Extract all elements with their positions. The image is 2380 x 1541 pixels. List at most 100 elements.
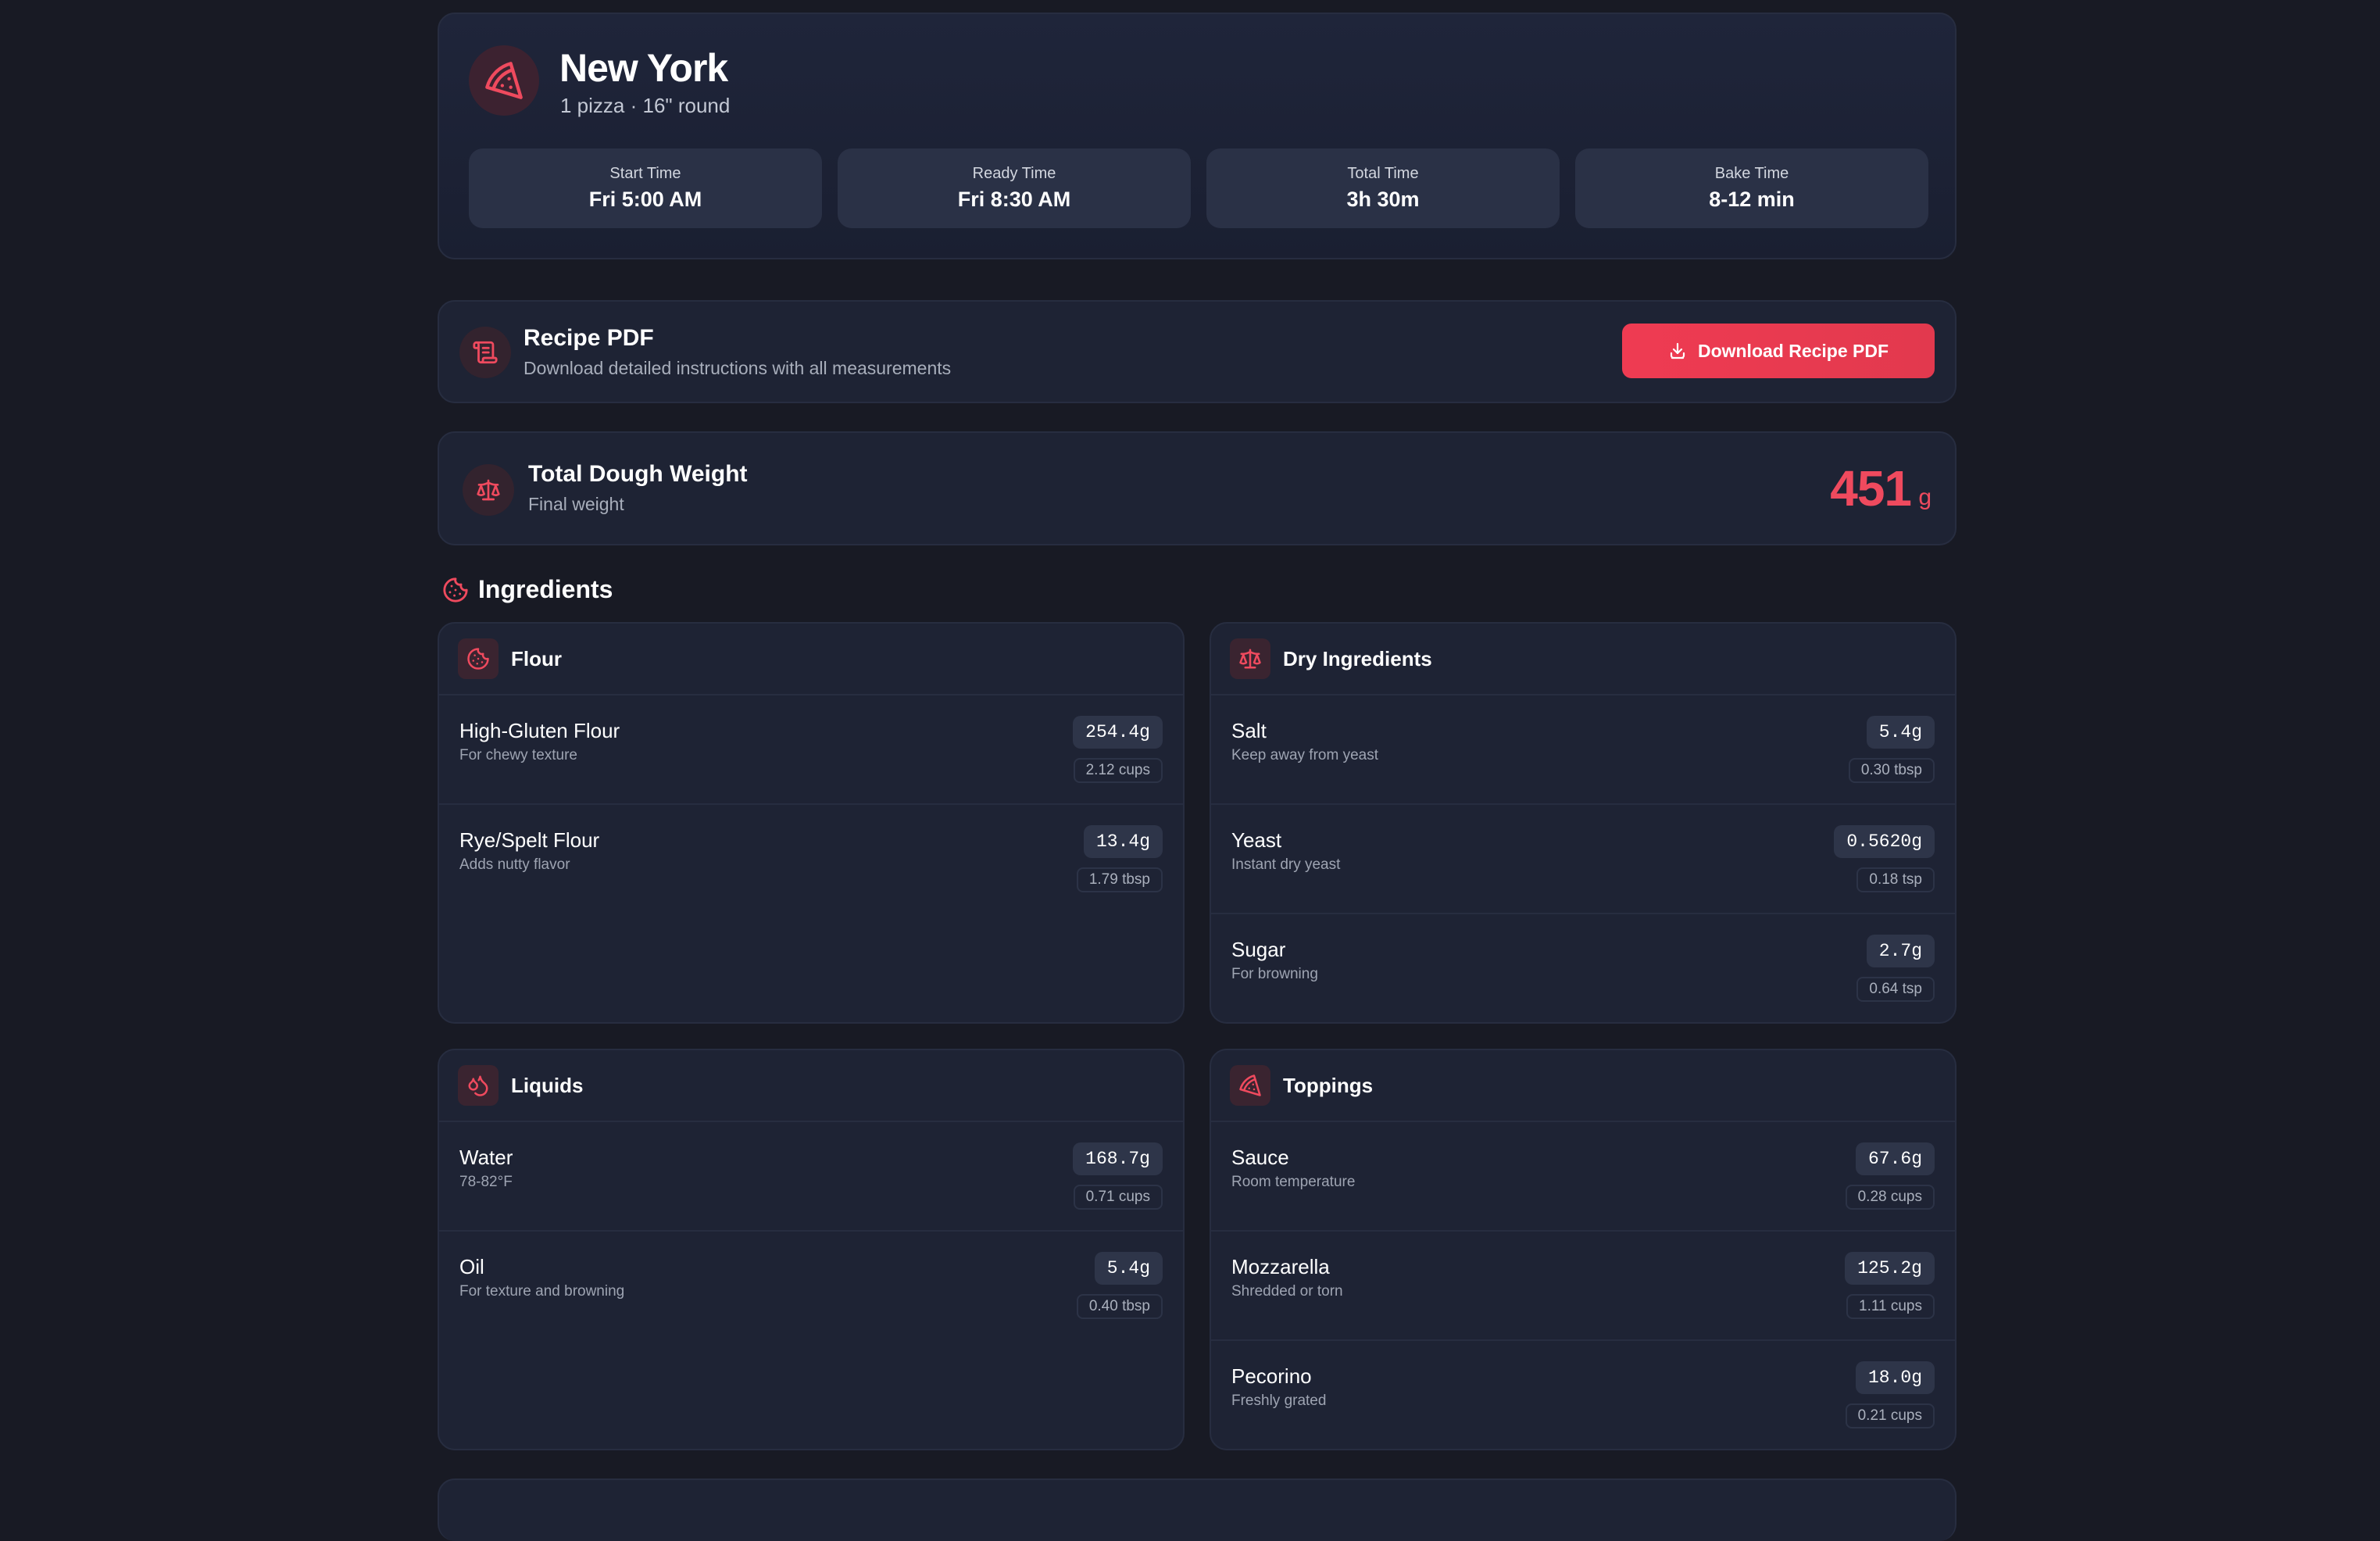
cookie-icon xyxy=(458,638,499,679)
ingredient-name: Rye/Spelt Flour xyxy=(459,828,600,852)
ingredient-row: Pecorino Freshly grated 18.0g 0.21 cups xyxy=(1211,1341,1955,1449)
group-title: Dry Ingredients xyxy=(1283,646,1432,670)
next-section-panel xyxy=(438,1478,1957,1541)
scale-icon xyxy=(1230,638,1270,679)
ingredient-grams: 0.5620g xyxy=(1834,825,1935,858)
ingredient-note: Instant dry yeast xyxy=(1231,856,1341,873)
pdf-subtitle: Download detailed instructions with all … xyxy=(524,358,952,378)
ingredient-grams: 13.4g xyxy=(1083,825,1163,858)
ready-time-card: Ready Time Fri 8:30 AM xyxy=(838,148,1191,228)
download-icon xyxy=(1670,342,1685,359)
time-summary: Start Time Fri 5:00 AM Ready Time Fri 8:… xyxy=(469,148,1928,228)
ingredient-row: Oil For texture and browning 5.4g 0.40 t… xyxy=(439,1232,1183,1341)
ingredient-group-toppings: Toppings Sauce Room temperature 67.6g 0.… xyxy=(1210,1049,1957,1450)
scale-icon xyxy=(463,464,514,516)
total-weight-value: 451 xyxy=(1830,460,1912,517)
group-title: Liquids xyxy=(511,1073,584,1097)
ingredient-note: Keep away from yeast xyxy=(1231,747,1378,763)
ingredient-row: Mozzarella Shredded or torn 125.2g 1.11 … xyxy=(1211,1232,1955,1341)
droplets-icon xyxy=(458,1065,499,1106)
ingredient-note: For browning xyxy=(1231,966,1318,982)
group-header: Dry Ingredients xyxy=(1211,624,1955,695)
total-dough-weight-panel: Total Dough Weight Final weight 451 g xyxy=(438,431,1957,545)
time-value: Fri 8:30 AM xyxy=(957,188,1071,211)
ingredient-volume: 0.40 tbsp xyxy=(1076,1294,1163,1319)
cookie-icon xyxy=(443,577,468,602)
ingredient-name: High-Gluten Flour xyxy=(459,719,620,742)
time-value: Fri 5:00 AM xyxy=(588,188,702,211)
ingredient-note: Shredded or torn xyxy=(1231,1283,1343,1300)
ingredient-note: 78-82°F xyxy=(459,1174,513,1190)
total-weight-unit: g xyxy=(1918,484,1932,510)
ingredient-row: High-Gluten Flour For chewy texture 254.… xyxy=(439,695,1183,805)
ingredient-grams: 18.0g xyxy=(1855,1361,1935,1394)
ingredient-note: Room temperature xyxy=(1231,1174,1356,1190)
recipe-page: New York 1 pizza · 16" round Start Time … xyxy=(438,13,1957,1541)
recipe-yield: 1 pizza · 16" round xyxy=(560,94,731,117)
page-title: New York xyxy=(559,46,728,90)
ingredient-name: Mozzarella xyxy=(1231,1255,1330,1278)
weight-subtitle: Final weight xyxy=(528,494,624,514)
ingredient-name: Pecorino xyxy=(1231,1364,1312,1388)
download-recipe-pdf-button[interactable]: Download Recipe PDF xyxy=(1622,324,1935,378)
ingredient-grams: 2.7g xyxy=(1866,935,1935,967)
ingredient-note: For texture and browning xyxy=(459,1283,625,1300)
ingredient-name: Sugar xyxy=(1231,938,1286,961)
download-button-label: Download Recipe PDF xyxy=(1697,340,1889,361)
group-title: Toppings xyxy=(1283,1073,1374,1097)
ingredient-note: Adds nutty flavor xyxy=(459,856,570,873)
ingredients-title: Ingredients xyxy=(478,575,613,603)
ingredient-grams: 254.4g xyxy=(1073,716,1163,749)
ingredient-note: For chewy texture xyxy=(459,747,577,763)
ingredient-grams: 168.7g xyxy=(1073,1142,1163,1175)
ingredient-note: Freshly grated xyxy=(1231,1393,1327,1409)
group-header: Toppings xyxy=(1211,1050,1955,1122)
group-header: Liquids xyxy=(439,1050,1183,1122)
ingredient-row: Sauce Room temperature 67.6g 0.28 cups xyxy=(1211,1122,1955,1232)
ingredient-volume: 0.64 tsp xyxy=(1856,977,1935,1002)
ingredient-name: Sauce xyxy=(1231,1146,1289,1169)
ingredient-row: Yeast Instant dry yeast 0.5620g 0.18 tsp xyxy=(1211,805,1955,914)
group-header: Flour xyxy=(439,624,1183,695)
ingredient-grams: 67.6g xyxy=(1855,1142,1935,1175)
recipe-pdf-panel: Recipe PDF Download detailed instruction… xyxy=(438,300,1957,403)
time-label: Total Time xyxy=(1347,165,1419,182)
ingredient-group-dry: Dry Ingredients Salt Keep away from yeas… xyxy=(1210,622,1957,1024)
recipe-header: New York 1 pizza · 16" round Start Time … xyxy=(438,13,1957,259)
pizza-slice-icon xyxy=(1230,1065,1270,1106)
ingredient-volume: 2.12 cups xyxy=(1073,758,1163,783)
ingredient-name: Salt xyxy=(1231,719,1267,742)
ingredient-row: Rye/Spelt Flour Adds nutty flavor 13.4g … xyxy=(439,805,1183,914)
time-label: Ready Time xyxy=(972,165,1056,182)
pizza-slice-icon xyxy=(469,45,539,116)
ingredient-grams: 5.4g xyxy=(1866,716,1935,749)
ingredient-name: Oil xyxy=(459,1255,484,1278)
ingredient-volume: 1.11 cups xyxy=(1846,1294,1935,1319)
ingredient-group-flour: Flour High-Gluten Flour For chewy textur… xyxy=(438,622,1185,1024)
bake-time-card: Bake Time 8-12 min xyxy=(1575,148,1928,228)
time-value: 8-12 min xyxy=(1709,188,1795,211)
ingredient-row: Water 78-82°F 168.7g 0.71 cups xyxy=(439,1122,1183,1232)
ingredient-name: Water xyxy=(459,1146,513,1169)
ingredient-grams: 5.4g xyxy=(1094,1252,1163,1285)
start-time-card: Start Time Fri 5:00 AM xyxy=(469,148,822,228)
ingredient-row: Sugar For browning 2.7g 0.64 tsp xyxy=(1211,914,1955,1022)
ingredient-volume: 0.30 tbsp xyxy=(1848,758,1935,783)
time-label: Start Time xyxy=(609,165,681,182)
time-value: 3h 30m xyxy=(1346,188,1420,211)
ingredient-volume: 1.79 tbsp xyxy=(1076,867,1163,892)
group-title: Flour xyxy=(511,646,562,670)
time-label: Bake Time xyxy=(1714,165,1789,182)
ingredient-name: Yeast xyxy=(1231,828,1282,852)
ingredient-volume: 0.21 cups xyxy=(1845,1403,1935,1428)
ingredient-volume: 0.28 cups xyxy=(1845,1185,1935,1210)
ingredient-row: Salt Keep away from yeast 5.4g 0.30 tbsp xyxy=(1211,695,1955,805)
pdf-title: Recipe PDF xyxy=(524,325,654,351)
ingredient-grams: 125.2g xyxy=(1845,1252,1935,1285)
ingredients-section-header: Ingredients xyxy=(442,575,613,604)
weight-title: Total Dough Weight xyxy=(528,461,748,487)
ingredient-group-liquids: Liquids Water 78-82°F 168.7g 0.71 cups O… xyxy=(438,1049,1185,1450)
total-time-card: Total Time 3h 30m xyxy=(1206,148,1560,228)
ingredient-volume: 0.18 tsp xyxy=(1856,867,1935,892)
scroll-icon xyxy=(459,327,511,378)
